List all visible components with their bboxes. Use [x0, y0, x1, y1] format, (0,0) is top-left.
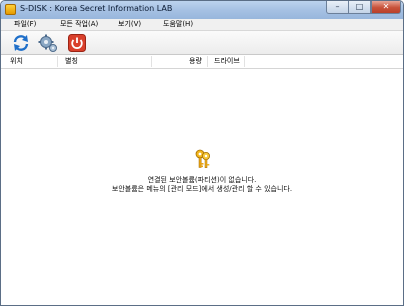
menu-help[interactable]: 도움말(H) — [163, 19, 193, 30]
menu-bar: 파일(F) 모든 작업(A) 보기(V) 도움말(H) — [1, 19, 403, 31]
column-header: 위치 별칭 용량 드라이브 — [1, 55, 403, 69]
empty-message-line2: 보안볼륨은 메뉴의 [관리 모드]에서 생성/관리 할 수 있습니다. — [111, 185, 293, 193]
menu-view[interactable]: 보기(V) — [118, 19, 141, 30]
app-icon — [5, 4, 16, 15]
keys-icon — [195, 149, 210, 168]
column-divider — [151, 56, 152, 67]
volume-list[interactable]: 연결된 보안볼륨(파티션)이 없습니다. 보안볼륨은 메뉴의 [관리 모드]에서… — [1, 69, 403, 305]
close-button[interactable]: ✕ — [371, 1, 401, 14]
column-drive[interactable]: 드라이브 — [214, 55, 240, 68]
power-button[interactable] — [67, 33, 87, 53]
column-divider — [57, 56, 58, 67]
menu-all-tasks[interactable]: 모든 작업(A) — [60, 19, 98, 30]
column-divider — [244, 56, 245, 67]
minimize-button[interactable]: – — [326, 1, 349, 14]
title-bar[interactable]: S-DISK : Korea Secret Information LAB – … — [1, 1, 403, 19]
app-window: S-DISK : Korea Secret Information LAB – … — [0, 0, 404, 306]
maximize-button[interactable]: □ — [349, 1, 371, 14]
power-icon — [68, 34, 86, 52]
column-divider — [207, 56, 208, 67]
toolbar — [1, 31, 403, 55]
column-location[interactable]: 위치 — [10, 55, 23, 68]
menu-file[interactable]: 파일(F) — [14, 19, 36, 30]
settings-button[interactable] — [38, 33, 58, 53]
window-title: S-DISK : Korea Secret Information LAB — [20, 4, 173, 13]
refresh-icon — [13, 35, 29, 51]
column-capacity[interactable]: 용량 — [189, 55, 202, 68]
refresh-button[interactable] — [11, 33, 31, 53]
column-alias[interactable]: 별칭 — [65, 55, 78, 68]
settings-icon — [38, 34, 57, 52]
